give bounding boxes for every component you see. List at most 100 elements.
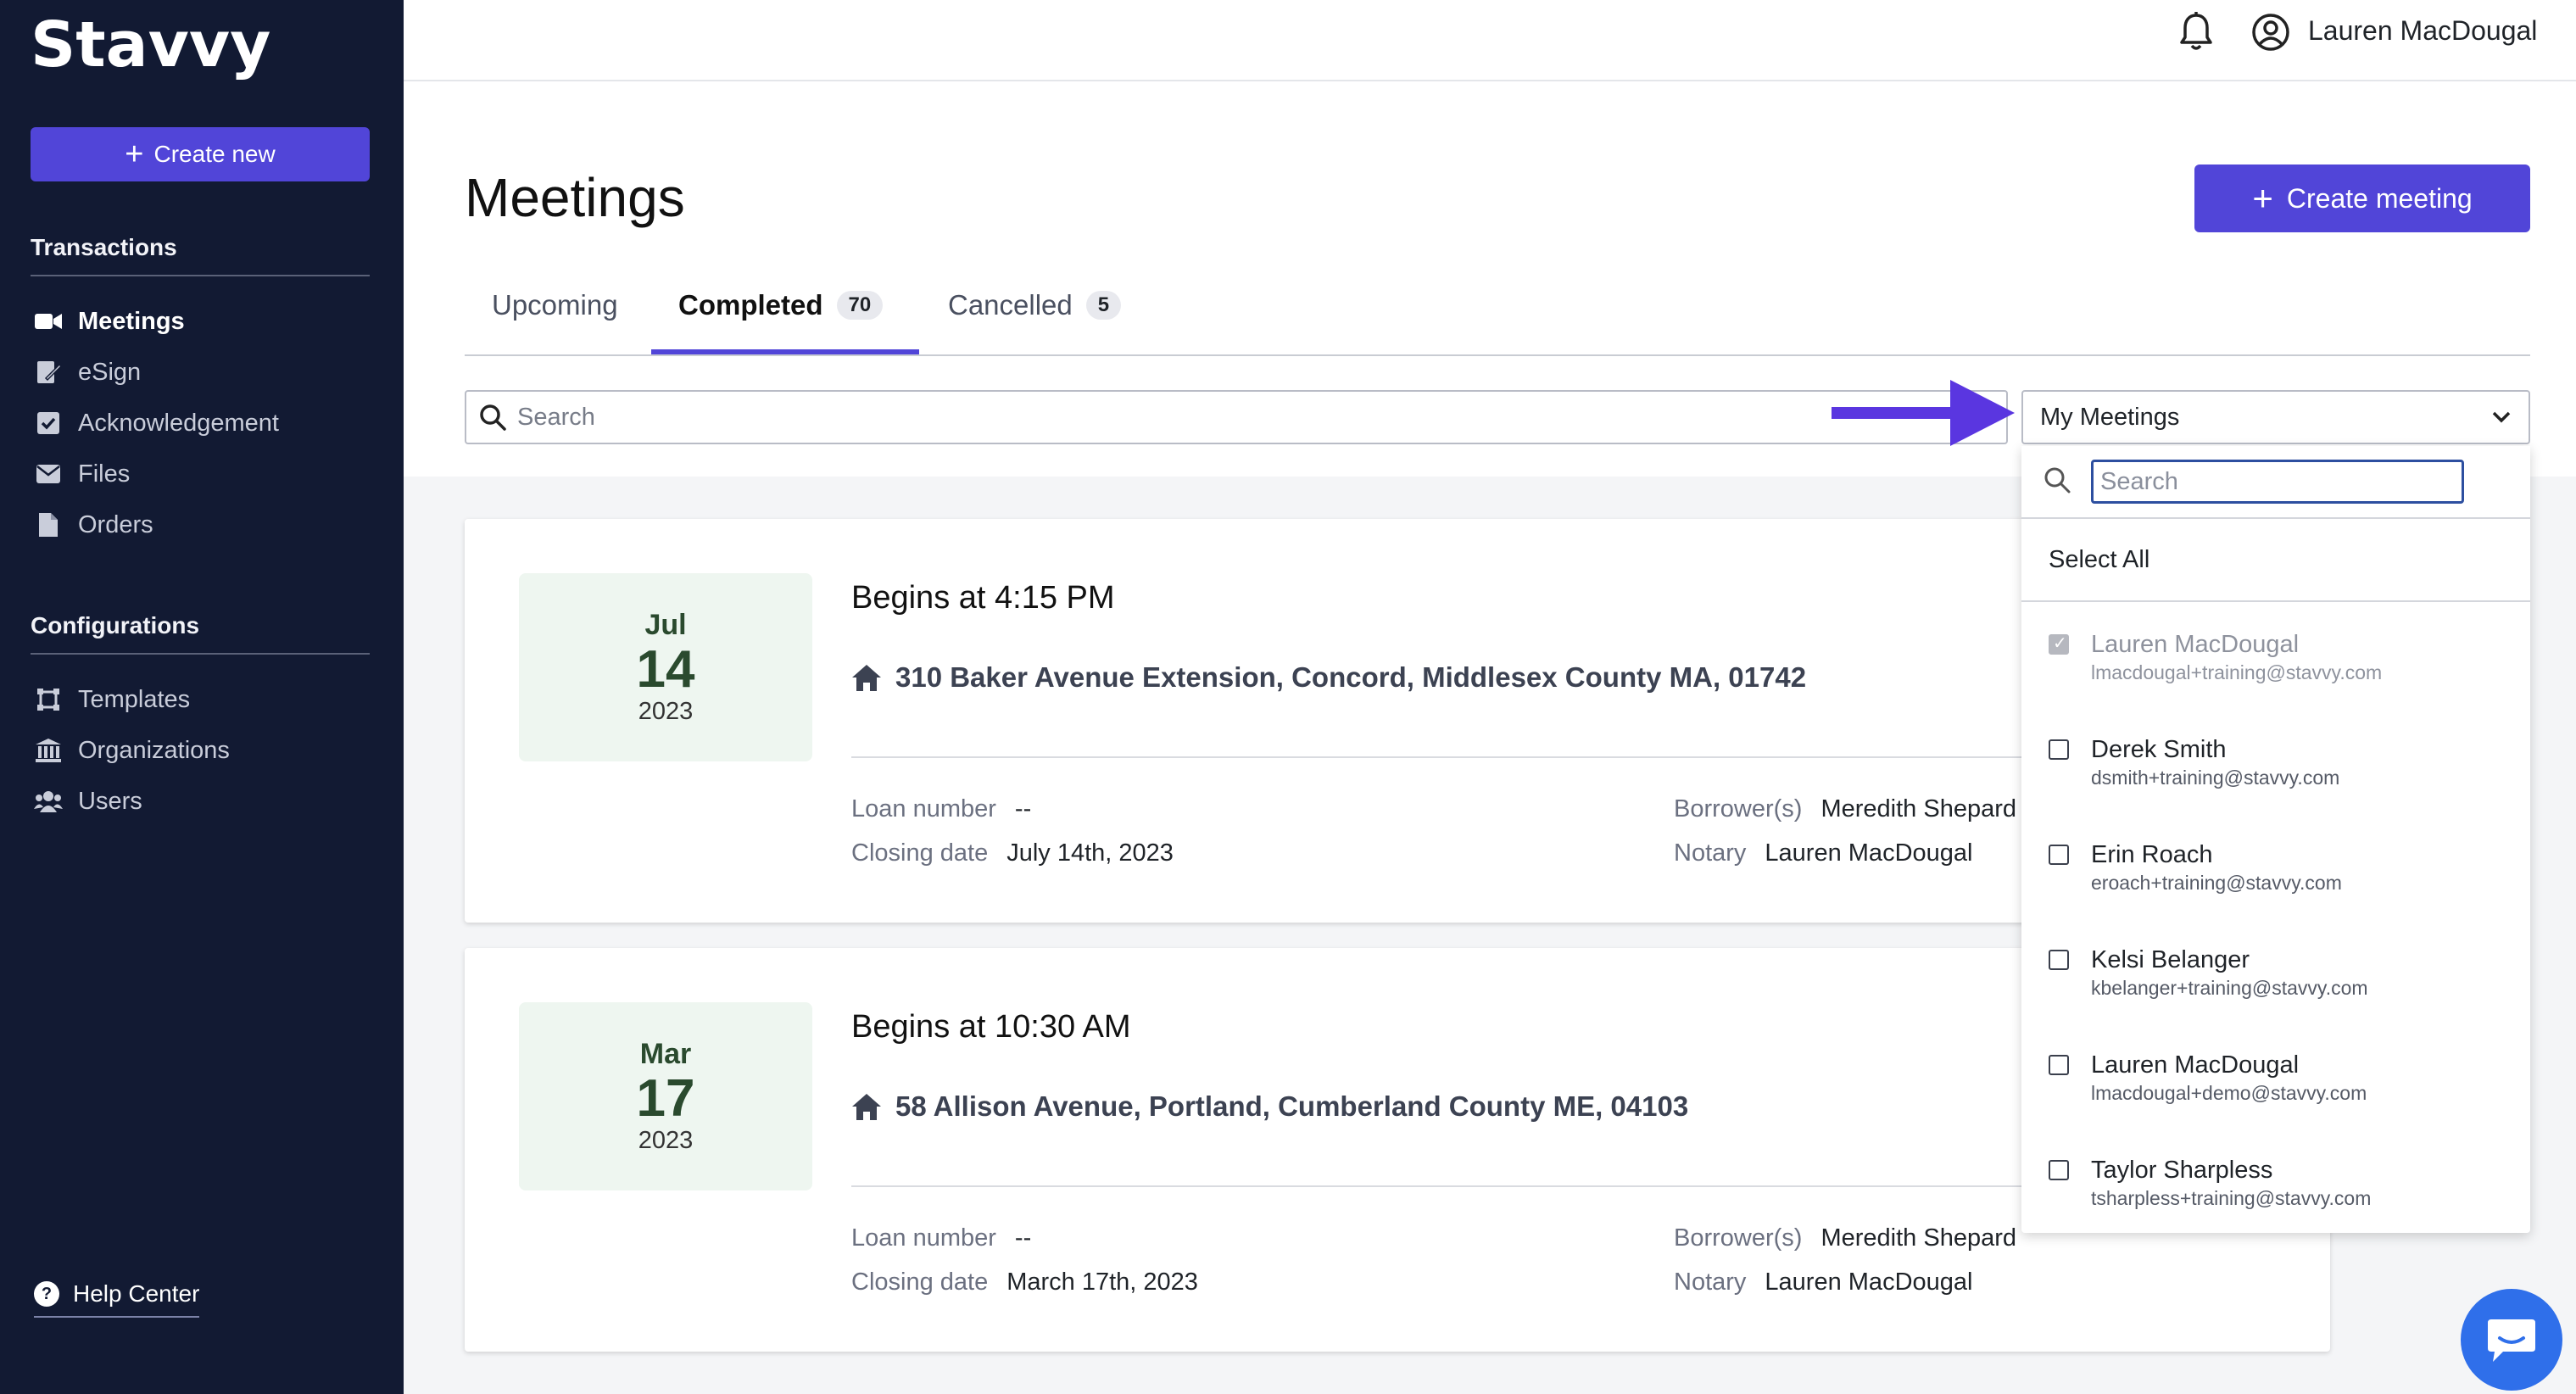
- dropdown-divider: [2021, 600, 2530, 602]
- sidebar-item-organizations[interactable]: Organizations: [34, 736, 230, 765]
- stavvy-logo[interactable]: Stavvy: [31, 10, 370, 86]
- user-option[interactable]: Taylor Sharpless tsharpless+training@sta…: [2049, 1157, 2523, 1233]
- option-name: Lauren MacDougal: [2091, 1051, 2300, 1079]
- meeting-start-time: Begins at 4:15 PM: [851, 580, 1115, 616]
- field-value: Meredith Shepard: [1820, 1224, 2016, 1252]
- search-input[interactable]: [517, 403, 1874, 432]
- chat-bubble-icon: [2488, 1319, 2535, 1362]
- closing-date: Closing date March 17th, 2023: [851, 1269, 1198, 1296]
- field-value: --: [1014, 1224, 1032, 1252]
- option-email: lmacdougal+demo@stavvy.com: [2091, 1082, 2367, 1104]
- count-badge: 5: [1085, 291, 1122, 320]
- home-icon: [852, 1094, 881, 1120]
- tabs-divider: [465, 354, 2530, 356]
- option-checkbox[interactable]: [2049, 845, 2069, 865]
- user-option[interactable]: Kelsi Belanger kbelanger+training@stavvy…: [2049, 946, 2523, 1023]
- notary: Notary Lauren MacDougal: [1674, 1269, 1972, 1296]
- loan-number: Loan number --: [851, 1224, 1031, 1252]
- option-email: kbelanger+training@stavvy.com: [2091, 977, 2368, 999]
- users-icon: [34, 787, 63, 816]
- sidebar-item-acknowledgement[interactable]: Acknowledgement: [34, 409, 279, 438]
- create-meeting-label: Create meeting: [2286, 182, 2473, 214]
- svg-text:Stavvy: Stavvy: [31, 10, 270, 81]
- field-label: Loan number: [851, 1224, 996, 1252]
- meeting-start-time: Begins at 10:30 AM: [851, 1009, 1131, 1045]
- meeting-search-box[interactable]: [465, 390, 2008, 444]
- tab-upcoming[interactable]: Upcoming: [492, 288, 618, 322]
- meeting-date: Jul 14 2023: [519, 573, 812, 761]
- option-email: tsharpless+training@stavvy.com: [2091, 1187, 2372, 1209]
- user-account-icon[interactable]: [2250, 12, 2291, 53]
- user-option[interactable]: Lauren MacDougal lmacdougal+training@sta…: [2049, 631, 2523, 707]
- sidebar-item-label: Meetings: [78, 307, 185, 335]
- meeting-address: 58 Allison Avenue, Portland, Cumberland …: [851, 1090, 1688, 1123]
- notification-bell-icon[interactable]: [2177, 12, 2215, 53]
- chat-support-button[interactable]: [2461, 1289, 2562, 1391]
- option-checkbox[interactable]: [2049, 1160, 2069, 1180]
- borrowers: Borrower(s) Meredith Shepard: [1674, 1224, 2016, 1252]
- search-icon: [2044, 467, 2071, 493]
- plus-icon: +: [125, 137, 144, 172]
- tab-label: Completed: [678, 289, 823, 321]
- sidebar-item-label: Orders: [78, 510, 153, 538]
- option-name: Derek Smith: [2091, 736, 2227, 763]
- date-day: 14: [636, 640, 695, 700]
- option-checkbox[interactable]: [2049, 739, 2069, 760]
- option-checkbox[interactable]: [2049, 1055, 2069, 1075]
- option-name: Kelsi Belanger: [2091, 946, 2250, 973]
- count-badge: 70: [836, 291, 884, 320]
- date-year: 2023: [638, 1126, 694, 1154]
- field-value: Lauren MacDougal: [1765, 839, 1973, 867]
- option-name: Lauren MacDougal: [2091, 631, 2300, 658]
- create-new-button[interactable]: + Create new: [31, 127, 370, 181]
- user-option[interactable]: Lauren MacDougal lmacdougal+demo@stavvy.…: [2049, 1051, 2523, 1128]
- sidebar-item-label: Acknowledgement: [78, 409, 279, 437]
- field-label: Loan number: [851, 795, 996, 822]
- plus-icon: +: [2252, 178, 2273, 218]
- filter-dropdown-panel: Select All Lauren MacDougal lmacdougal+t…: [2021, 446, 2530, 1233]
- sidebar: Stavvy + Create new Transactions Meeting…: [0, 0, 404, 1394]
- sidebar-item-files[interactable]: Files: [34, 460, 130, 488]
- field-label: Notary: [1674, 839, 1747, 867]
- select-all-option[interactable]: Select All: [2049, 546, 2149, 574]
- help-icon: ?: [34, 1281, 59, 1307]
- user-option[interactable]: Derek Smith dsmith+training@stavvy.com: [2049, 736, 2523, 812]
- user-option[interactable]: Erin Roach eroach+training@stavvy.com: [2049, 841, 2523, 917]
- dropdown-search-input[interactable]: [2091, 460, 2464, 504]
- field-value: --: [1014, 795, 1032, 822]
- option-email: lmacdougal+training@stavvy.com: [2091, 661, 2383, 683]
- date-month: Jul: [644, 609, 687, 642]
- address-text: 310 Baker Avenue Extension, Concord, Mid…: [895, 661, 1807, 693]
- meetings-filter-select[interactable]: My Meetings: [2021, 390, 2530, 444]
- pointer-arrow-icon: [1832, 380, 2015, 446]
- section-title-transactions: Transactions: [31, 234, 370, 276]
- option-name: Erin Roach: [2091, 841, 2213, 868]
- help-center-link[interactable]: ? Help Center: [34, 1280, 200, 1318]
- tab-label: Cancelled: [948, 289, 1073, 321]
- tab-cancelled[interactable]: Cancelled 5: [948, 288, 1122, 322]
- dropdown-search: [2021, 446, 2530, 519]
- field-label: Borrower(s): [1674, 1224, 1803, 1252]
- borrowers: Borrower(s) Meredith Shepard: [1674, 795, 2016, 823]
- chevron-down-icon: [2492, 411, 2511, 423]
- user-name[interactable]: Lauren MacDougal: [2308, 15, 2537, 47]
- option-email: dsmith+training@stavvy.com: [2091, 767, 2340, 789]
- tab-completed[interactable]: Completed 70: [678, 288, 884, 322]
- sidebar-item-users[interactable]: Users: [34, 787, 142, 816]
- sidebar-item-label: eSign: [78, 358, 142, 386]
- sidebar-item-templates[interactable]: Templates: [34, 685, 190, 714]
- sidebar-item-orders[interactable]: Orders: [34, 510, 153, 539]
- building-icon: [34, 736, 63, 765]
- option-checkbox[interactable]: [2049, 633, 2069, 655]
- signature-icon: [34, 358, 63, 387]
- field-label: Notary: [1674, 1269, 1747, 1296]
- page-title: Meetings: [465, 167, 685, 228]
- create-meeting-button[interactable]: + Create meeting: [2194, 164, 2530, 232]
- search-icon: [480, 404, 506, 431]
- option-checkbox[interactable]: [2049, 950, 2069, 970]
- sidebar-item-meetings[interactable]: Meetings: [34, 307, 185, 336]
- address-text: 58 Allison Avenue, Portland, Cumberland …: [895, 1090, 1689, 1122]
- field-value: March 17th, 2023: [1006, 1269, 1198, 1296]
- sidebar-item-esign[interactable]: eSign: [34, 358, 141, 387]
- envelope-icon: [34, 460, 63, 488]
